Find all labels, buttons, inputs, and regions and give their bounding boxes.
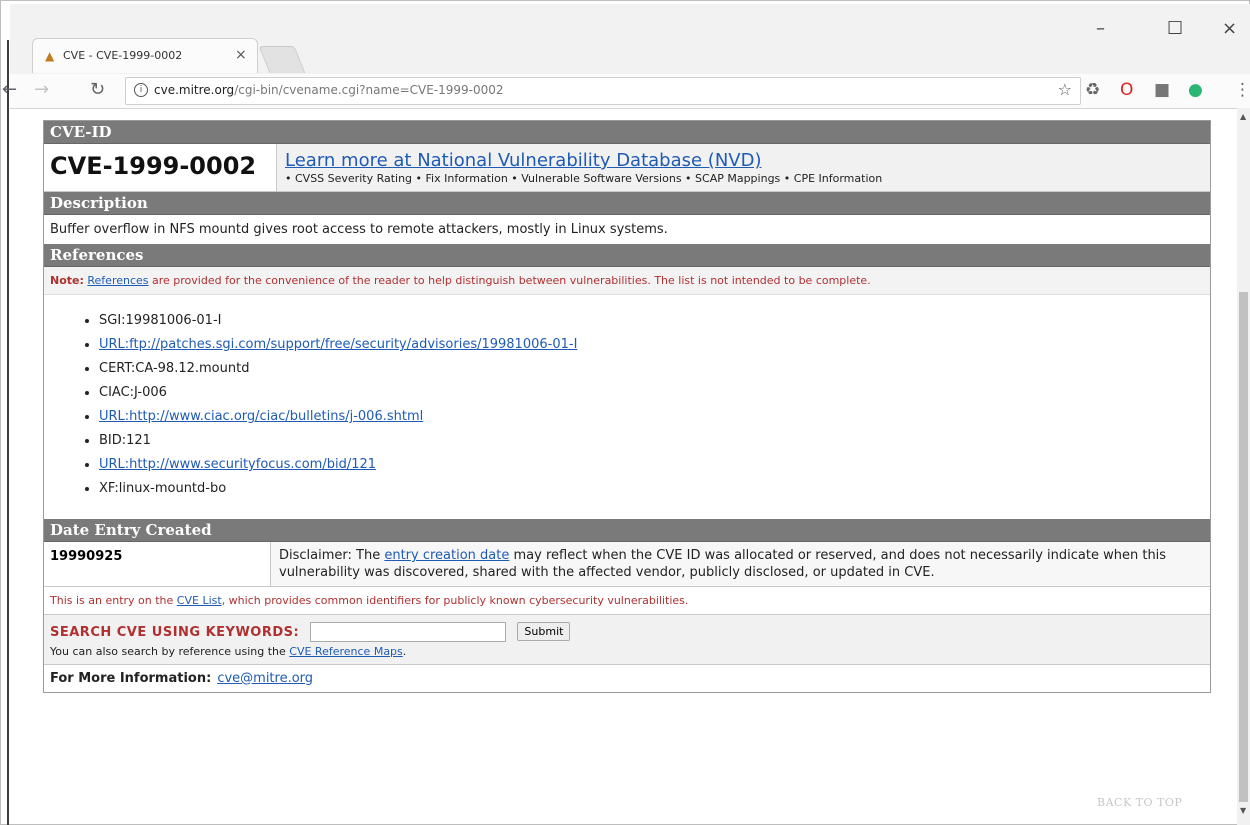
submit-button[interactable]: Submit bbox=[517, 622, 571, 641]
entry-note-text: This is an entry on the bbox=[50, 594, 177, 607]
browser-title-bar: ▲ CVE - CVE-1999-0002 × – ☐ × bbox=[10, 4, 1250, 74]
maximize-icon[interactable]: ☐ bbox=[1167, 18, 1183, 39]
reference-text: CERT:CA-98.12.mountd bbox=[99, 361, 250, 376]
address-bar[interactable]: i cve.mitre.org/cgi-bin/cvename.cgi?name… bbox=[125, 77, 1081, 105]
more-info-row: For More Information: cve@mitre.org bbox=[44, 665, 1210, 692]
close-window-icon[interactable]: × bbox=[1222, 18, 1237, 39]
bookmark-star-icon[interactable]: ☆ bbox=[1058, 80, 1072, 99]
reference-text: XF:linux-mountd-bo bbox=[99, 481, 227, 496]
search-sub-text: . bbox=[402, 644, 407, 658]
cve-reference-maps-link[interactable]: CVE Reference Maps bbox=[289, 645, 403, 658]
search-sub: You can also search by reference using t… bbox=[50, 645, 1204, 658]
scroll-up-icon[interactable]: ▲ bbox=[1240, 112, 1246, 121]
new-tab-button[interactable] bbox=[258, 46, 306, 73]
reference-text: BID:121 bbox=[99, 433, 151, 448]
cve-id: CVE-1999-0002 bbox=[44, 144, 277, 191]
cve-id-row: CVE-1999-0002 Learn more at National Vul… bbox=[44, 144, 1210, 192]
note-text: are provided for the convenience of the … bbox=[148, 274, 871, 287]
references-list: SGI:19981006-01-I URL:ftp://patches.sgi.… bbox=[44, 295, 1210, 519]
search-title: SEARCH CVE USING KEYWORDS: bbox=[50, 625, 300, 640]
reference-text: CIAC:J-006 bbox=[99, 385, 167, 400]
note-label: Note: bbox=[50, 274, 84, 287]
entry-creation-date-link[interactable]: entry creation date bbox=[384, 548, 509, 563]
menu-kebab-icon[interactable]: ⋮ bbox=[1234, 80, 1250, 100]
cve-favicon-icon: ▲ bbox=[45, 49, 55, 63]
list-item: SGI:19981006-01-I bbox=[99, 309, 1210, 333]
opera-extension-icon[interactable]: O bbox=[1120, 80, 1133, 100]
forward-arrow-icon[interactable]: → bbox=[34, 79, 49, 100]
window-left-border bbox=[7, 40, 9, 825]
search-section: SEARCH CVE USING KEYWORDS: Submit You ca… bbox=[44, 615, 1210, 665]
entry-note-text: , which provides common identifiers for … bbox=[221, 594, 689, 607]
list-item: URL:http://www.ciac.org/ciac/bulletins/j… bbox=[99, 405, 1210, 429]
date-disclaimer: Disclaimer: The entry creation date may … bbox=[271, 542, 1210, 586]
nvd-link[interactable]: Learn more at National Vulnerability Dat… bbox=[285, 150, 761, 171]
cast-extension-icon[interactable]: ■ bbox=[1154, 80, 1170, 100]
scroll-down-icon[interactable]: ▼ bbox=[1240, 806, 1246, 815]
list-item: CIAC:J-006 bbox=[99, 381, 1210, 405]
list-item: URL:ftp://patches.sgi.com/support/free/s… bbox=[99, 333, 1210, 357]
reload-icon[interactable]: ↻ bbox=[90, 79, 105, 100]
section-header-date-entry-created: Date Entry Created bbox=[44, 519, 1210, 542]
url-path: /cgi-bin/cvename.cgi?name=CVE-1999-0002 bbox=[234, 83, 504, 97]
date-entry-created: 19990925 bbox=[44, 542, 271, 586]
url-text: cve.mitre.org/cgi-bin/cvename.cgi?name=C… bbox=[154, 83, 504, 97]
browser-tab[interactable]: ▲ CVE - CVE-1999-0002 × bbox=[32, 38, 258, 73]
date-row: 19990925 Disclaimer: The entry creation … bbox=[44, 542, 1210, 587]
browser-toolbar: ← → ↻ i cve.mitre.org/cgi-bin/cvename.cg… bbox=[2, 74, 1250, 109]
reference-link[interactable]: URL:ftp://patches.sgi.com/support/free/s… bbox=[99, 337, 577, 352]
search-sub-text: You can also search by reference using t… bbox=[50, 644, 290, 658]
search-input[interactable] bbox=[310, 621, 507, 642]
description-text: Buffer overflow in NFS mountd gives root… bbox=[50, 222, 668, 237]
tab-title: CVE - CVE-1999-0002 bbox=[63, 49, 183, 62]
back-arrow-icon[interactable]: ← bbox=[2, 79, 17, 100]
cve-record-table: CVE-ID CVE-1999-0002 Learn more at Natio… bbox=[43, 120, 1211, 693]
cve-list-note: This is an entry on the CVE List, which … bbox=[44, 587, 1210, 615]
list-item: BID:121 bbox=[99, 429, 1210, 453]
list-item: CERT:CA-98.12.mountd bbox=[99, 357, 1210, 381]
email-link[interactable]: cve@mitre.org bbox=[217, 671, 313, 686]
url-host: cve.mitre.org bbox=[154, 83, 235, 97]
reference-link[interactable]: URL:http://www.ciac.org/ciac/bulletins/j… bbox=[99, 409, 423, 424]
scrollbar-thumb[interactable] bbox=[1239, 292, 1248, 802]
section-header-description: Description bbox=[44, 192, 1210, 215]
reference-text: SGI:19981006-01-I bbox=[99, 313, 222, 328]
references-note: Note: References are provided for the co… bbox=[44, 267, 1210, 295]
section-header-references: References bbox=[44, 244, 1210, 267]
reference-link[interactable]: URL:http://www.securityfocus.com/bid/121 bbox=[99, 457, 376, 472]
references-link[interactable]: References bbox=[87, 274, 148, 287]
green-extension-icon[interactable]: ● bbox=[1188, 80, 1203, 100]
minimize-icon[interactable]: – bbox=[1096, 18, 1105, 39]
info-icon[interactable]: i bbox=[134, 83, 148, 97]
tab-close-icon[interactable]: × bbox=[235, 47, 247, 63]
more-info-label: For More Information: bbox=[50, 670, 212, 686]
recycle-extension-icon[interactable]: ♻ bbox=[1085, 80, 1100, 100]
list-item: URL:http://www.securityfocus.com/bid/121 bbox=[99, 453, 1210, 477]
list-item: XF:linux-mountd-bo bbox=[99, 477, 1210, 501]
section-header-cve-id: CVE-ID bbox=[44, 121, 1210, 144]
disclaimer-text: Disclaimer: The bbox=[279, 548, 385, 563]
back-to-top-link[interactable]: BACK TO TOP bbox=[1097, 796, 1182, 809]
nvd-features: • CVSS Severity Rating • Fix Information… bbox=[285, 172, 883, 185]
cve-list-link[interactable]: CVE List bbox=[177, 594, 222, 607]
nvd-info: Learn more at National Vulnerability Dat… bbox=[277, 144, 1210, 191]
